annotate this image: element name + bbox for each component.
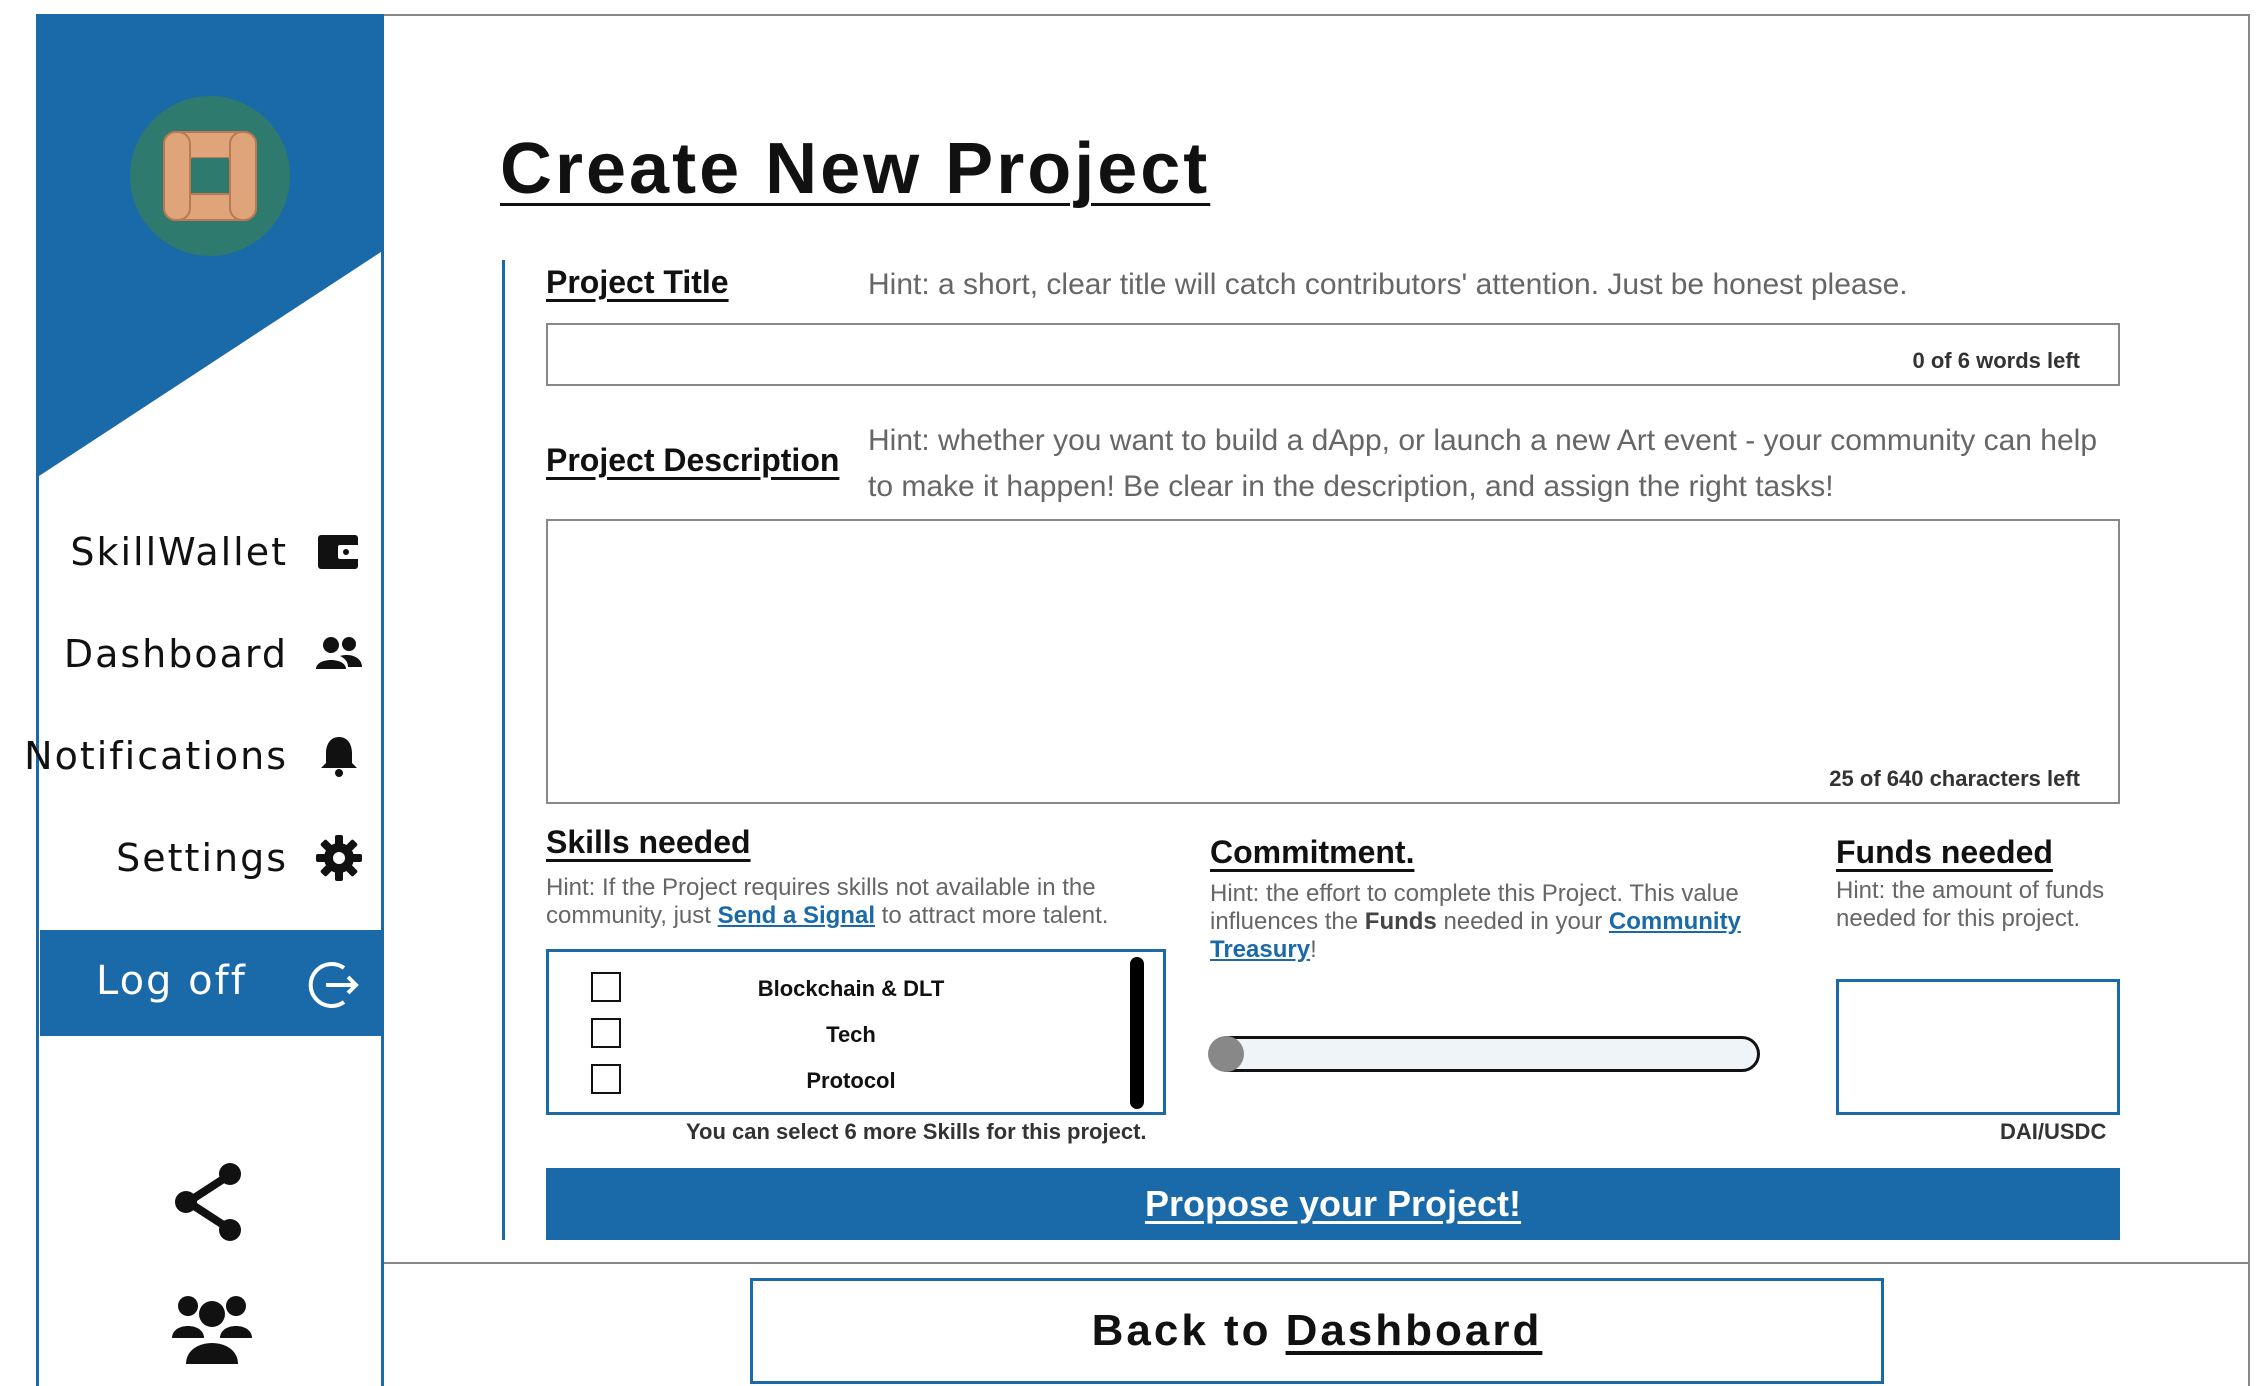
commitment-label: Commitment. xyxy=(1210,834,1415,870)
funds-hint: Hint: the amount of funds needed for thi… xyxy=(1836,877,2105,932)
skill-option[interactable]: Protocol xyxy=(591,1062,1131,1102)
app-logo xyxy=(130,96,290,256)
skills-remaining-note: You can select 6 more Skills for this pr… xyxy=(686,1119,1147,1144)
propose-project-label: Propose your Project! xyxy=(1144,1183,1522,1224)
back-to-dashboard-button[interactable]: Back to Dashboard xyxy=(750,1278,1884,1384)
nav-dashboard-label: Dashboard xyxy=(63,632,288,676)
description-char-counter: 25 of 640 characters left xyxy=(1829,766,2080,791)
project-description-label: Project Description xyxy=(546,442,840,478)
nav-notifications-label: Notifications xyxy=(24,734,288,778)
nav-notifications[interactable]: Notifications xyxy=(24,716,384,796)
nav-settings-label: Settings xyxy=(116,836,288,880)
commitment-hint: Hint: the effort to complete this Projec… xyxy=(1210,880,1750,964)
project-description-input[interactable]: 25 of 640 characters left xyxy=(546,519,2120,804)
group-icon[interactable] xyxy=(170,1288,254,1364)
skill-option[interactable]: Tech xyxy=(591,1016,1131,1056)
logout-icon xyxy=(308,962,359,1008)
gear-icon xyxy=(316,835,362,881)
skill-option-label: Protocol xyxy=(806,1068,896,1093)
back-prefix: Back to xyxy=(1091,1306,1272,1355)
share-icon[interactable] xyxy=(170,1162,250,1242)
skill-option-label: Tech xyxy=(826,1022,876,1047)
skills-hint-tail: to attract more talent. xyxy=(874,902,1109,929)
nav-dashboard[interactable]: Dashboard xyxy=(40,614,384,694)
funds-currency-label: DAI/USDC xyxy=(2000,1119,2107,1144)
form-accent-rule xyxy=(502,260,505,1240)
propose-project-button[interactable]: Propose your Project! xyxy=(546,1168,2120,1240)
skill-checkbox[interactable] xyxy=(591,1064,621,1094)
wallet-icon xyxy=(318,535,360,569)
nav-skillwallet-label: SkillWallet xyxy=(70,530,288,574)
skill-option-label: Blockchain & DLT xyxy=(757,976,945,1001)
commitment-slider[interactable] xyxy=(1210,1036,1760,1072)
commitment-hint-tail: ! xyxy=(1310,936,1317,963)
skills-scrollbar[interactable] xyxy=(1130,957,1144,1109)
nav-settings[interactable]: Settings xyxy=(40,818,384,898)
commitment-slider-thumb[interactable] xyxy=(1208,1036,1244,1072)
skills-list: Blockchain & DLT Tech Protocol xyxy=(546,949,1166,1115)
skill-option[interactable]: Blockchain & DLT xyxy=(591,970,1131,1010)
commitment-hint-mid: needed in your xyxy=(1436,908,1609,935)
skill-checkbox[interactable] xyxy=(591,1018,621,1048)
bottom-divider xyxy=(384,1262,2250,1264)
project-title-hint: Hint: a short, clear title will catch co… xyxy=(868,268,1908,301)
commitment-hint-funds: Funds xyxy=(1364,908,1437,935)
project-description-hint: Hint: whether you want to build a dApp, … xyxy=(868,424,2098,503)
skill-checkbox[interactable] xyxy=(591,972,621,1002)
skills-needed-label: Skills needed xyxy=(546,824,751,860)
nav-skillwallet[interactable]: SkillWallet xyxy=(40,512,384,592)
title-word-counter: 0 of 6 words left xyxy=(1912,348,2080,373)
logoff-button[interactable]: Log off xyxy=(40,930,384,1036)
funds-input[interactable] xyxy=(1836,979,2120,1115)
send-signal-link[interactable]: Send a Signal xyxy=(718,902,875,929)
logoff-label: Log off xyxy=(96,958,247,1004)
page-title: Create New Project xyxy=(500,129,1211,209)
project-title-input[interactable]: 0 of 6 words left xyxy=(546,323,2120,386)
skills-hint: Hint: If the Project requires skills not… xyxy=(546,874,1166,930)
project-title-label: Project Title xyxy=(546,264,729,300)
bell-icon xyxy=(321,737,357,777)
back-dashboard-link: Dashboard xyxy=(1285,1306,1543,1355)
funds-needed-label: Funds needed xyxy=(1836,834,2053,870)
users-icon xyxy=(316,637,362,669)
